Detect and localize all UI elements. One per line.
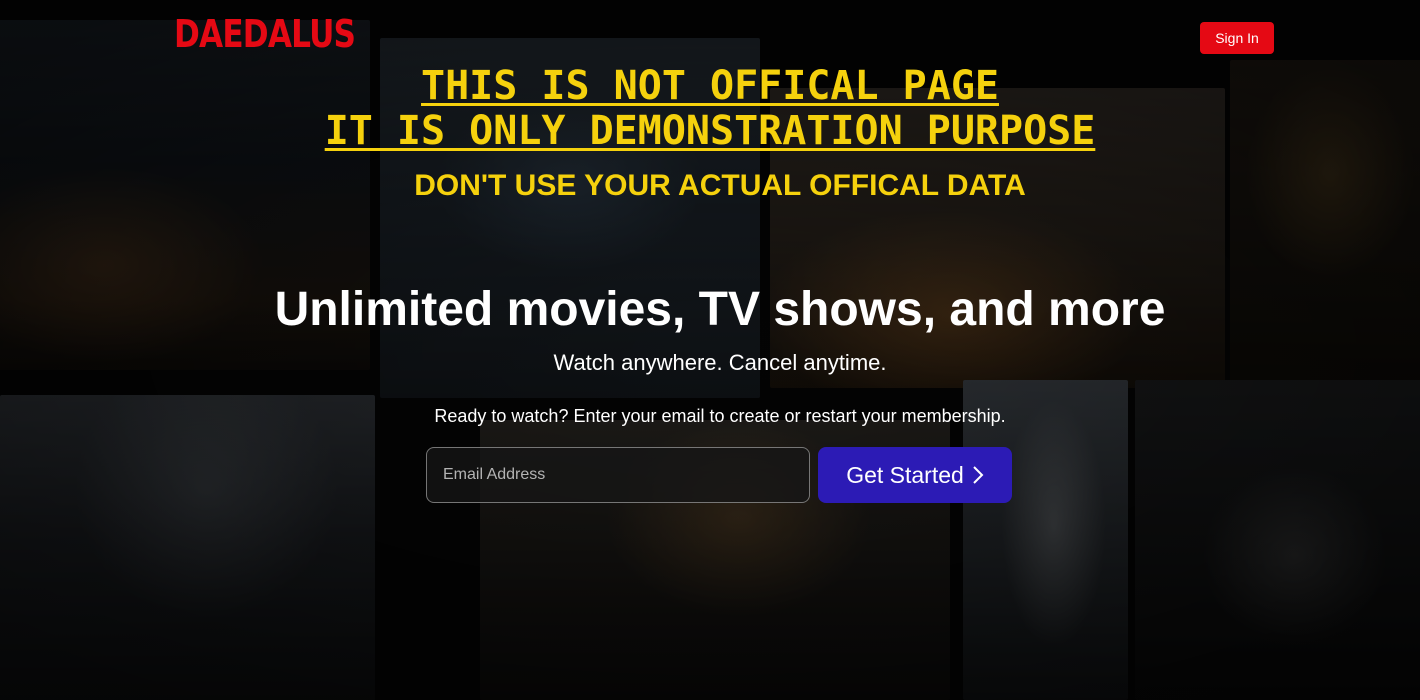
chevron-right-icon bbox=[973, 466, 984, 484]
get-started-button[interactable]: Get Started bbox=[818, 447, 1012, 503]
disclaimer-line-1: THIS IS NOT OFFICAL PAGE bbox=[421, 63, 999, 109]
brand-logo[interactable]: DAEDALUS bbox=[174, 12, 356, 56]
hero-section: DAEDALUS Sign In THIS IS NOT OFFICAL PAG… bbox=[0, 0, 1420, 700]
membership-prompt: Ready to watch? Enter your email to crea… bbox=[434, 406, 1006, 426]
get-started-label: Get Started bbox=[846, 461, 964, 488]
hero-subheadline: Watch anywhere. Cancel anytime. bbox=[553, 350, 887, 375]
hero-headline: Unlimited movies, TV shows, and more bbox=[274, 283, 1166, 336]
disclaimer-notice: DON'T USE YOUR ACTUAL OFFICAL DATA bbox=[414, 169, 1026, 202]
email-address-input[interactable] bbox=[426, 447, 810, 503]
disclaimer-line-2: IT IS ONLY DEMONSTRATION PURPOSE bbox=[324, 108, 1096, 154]
sign-in-button[interactable]: Sign In bbox=[1200, 22, 1274, 54]
